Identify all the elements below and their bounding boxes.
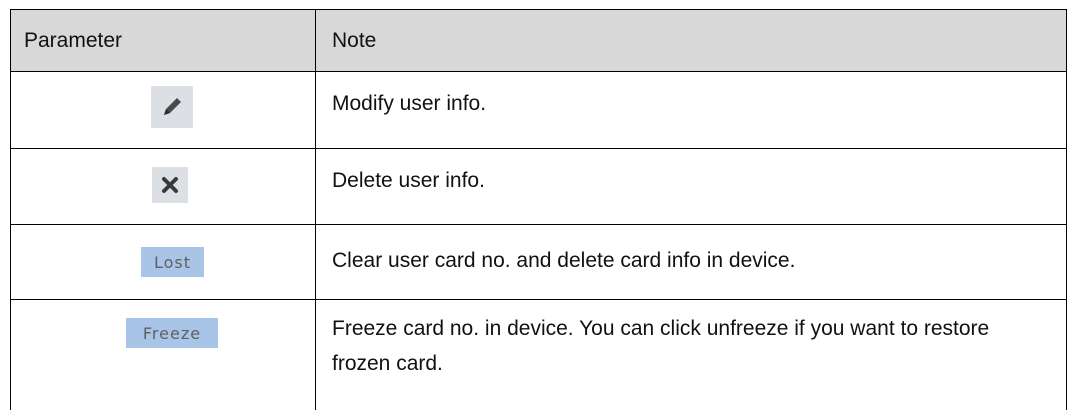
header-note: Note <box>316 10 1067 71</box>
note-cell: Delete user info. <box>316 149 1067 224</box>
pencil-icon <box>164 98 181 115</box>
table-row: Delete user info. <box>10 149 1067 225</box>
header-parameter: Parameter <box>10 10 316 71</box>
modify-button[interactable] <box>151 86 193 128</box>
parameter-cell: Freeze <box>10 300 316 410</box>
lost-button[interactable]: Lost <box>141 247 204 277</box>
parameter-cell: Lost <box>10 225 316 299</box>
freeze-button[interactable]: Freeze <box>126 318 218 348</box>
note-cell: Modify user info. <box>316 72 1067 148</box>
note-cell: Freeze card no. in device. You can click… <box>316 300 1067 410</box>
parameter-cell <box>10 72 316 148</box>
parameter-table: Parameter Note Modify user info. Delete … <box>10 9 1067 410</box>
parameter-cell <box>10 149 316 224</box>
table-row: Modify user info. <box>10 72 1067 149</box>
close-icon <box>162 177 178 193</box>
note-text: Modify user info. <box>332 92 487 115</box>
delete-button[interactable] <box>152 167 188 203</box>
note-text: Freeze card no. in device. You can click… <box>332 317 990 375</box>
table-header-row: Parameter Note <box>10 9 1067 72</box>
table-row: Lost Clear user card no. and delete card… <box>10 225 1067 300</box>
table-row: Freeze Freeze card no. in device. You ca… <box>10 300 1067 410</box>
note-text: Delete user info. <box>332 169 485 192</box>
note-text: Clear user card no. and delete card info… <box>332 249 796 272</box>
note-cell: Clear user card no. and delete card info… <box>316 225 1067 299</box>
